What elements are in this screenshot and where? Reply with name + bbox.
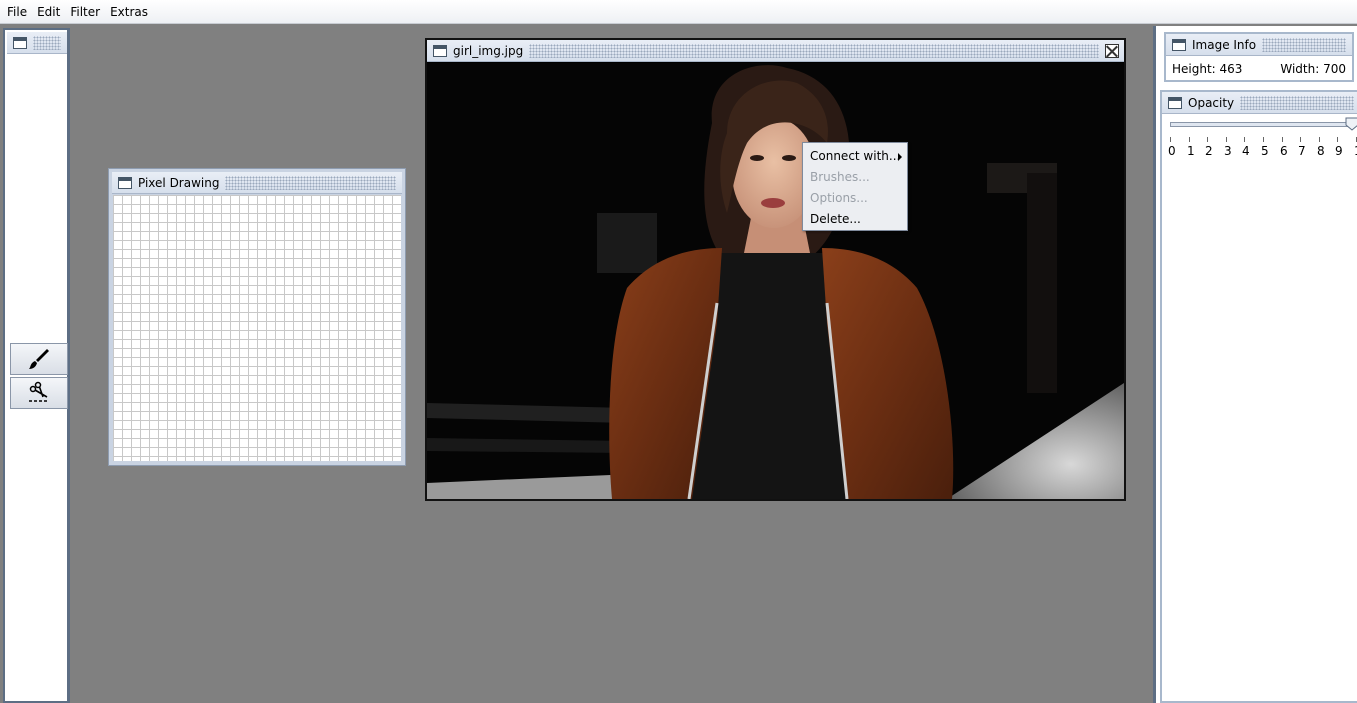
brushes-label: Brushes...: [810, 170, 870, 184]
menu-extras[interactable]: Extras: [105, 0, 153, 24]
menu-edit[interactable]: Edit: [32, 0, 65, 24]
options-label: Options...: [810, 191, 868, 205]
connect-with-label: Connect with...: [810, 149, 901, 163]
opacity-tick: [1282, 137, 1283, 142]
delete-label: Delete...: [810, 212, 861, 226]
opacity-tick: [1207, 137, 1208, 142]
context-menu: Connect with... Brushes... Options... De…: [802, 142, 908, 231]
opacity-tick-label: 6: [1280, 144, 1288, 158]
opacity-slider-track[interactable]: [1170, 122, 1356, 127]
image-window-title-bar[interactable]: girl_img.jpg: [427, 40, 1124, 62]
title-bar-grip: [1262, 37, 1346, 52]
opacity-tick-label: 1: [1187, 144, 1195, 158]
image-dimensions: Height: 463 Width: 700: [1172, 62, 1346, 76]
opacity-slider-tick-labels: 012345678910: [1168, 144, 1357, 158]
opacity-tick-label: 8: [1317, 144, 1325, 158]
cut-tool-button[interactable]: [10, 377, 68, 409]
opacity-title-bar[interactable]: Opacity: [1162, 92, 1357, 114]
tool-palette-title-bar[interactable]: [7, 32, 67, 54]
menu-filter[interactable]: Filter: [65, 0, 105, 24]
options-menu-item[interactable]: Options...: [803, 188, 907, 209]
opacity-tick-label: 3: [1224, 144, 1232, 158]
image-height-text: Height: 463: [1172, 62, 1243, 76]
title-bar-grip: [529, 43, 1099, 58]
pixel-drawing-window: Pixel Drawing: [108, 168, 406, 466]
window-icon: [13, 36, 27, 49]
close-icon[interactable]: [1105, 43, 1119, 58]
opacity-title: Opacity: [1188, 95, 1235, 110]
title-bar-grip: [1240, 95, 1354, 110]
menu-bar: File Edit Filter Extras: [0, 0, 1357, 24]
connect-with-menu-item[interactable]: Connect with...: [803, 146, 907, 167]
opacity-panel: Opacity 012345678910: [1160, 90, 1357, 703]
right-panel-column: Image Info Height: 463 Width: 700 Opacit…: [1153, 26, 1357, 703]
opacity-tick-label: 0: [1168, 144, 1176, 158]
brush-tool-button[interactable]: [10, 343, 68, 375]
image-window: girl_img.jpg: [425, 38, 1126, 501]
brushes-menu-item[interactable]: Brushes...: [803, 167, 907, 188]
opacity-tick: [1300, 137, 1301, 142]
opacity-tick: [1226, 137, 1227, 142]
opacity-tick-label: 5: [1261, 144, 1269, 158]
opacity-tick: [1319, 137, 1320, 142]
menu-file[interactable]: File: [2, 0, 32, 24]
image-window-title: girl_img.jpg: [453, 43, 524, 58]
opacity-tick: [1189, 137, 1190, 142]
delete-menu-item[interactable]: Delete...: [803, 209, 907, 230]
opacity-tick: [1244, 137, 1245, 142]
title-bar-grip: [33, 35, 61, 50]
window-icon: [433, 44, 447, 57]
opacity-tick-label: 2: [1205, 144, 1213, 158]
window-icon: [1172, 38, 1186, 51]
title-bar-grip: [225, 175, 396, 190]
image-info-panel: Image Info Height: 463 Width: 700: [1164, 32, 1354, 82]
photo-canvas[interactable]: [427, 63, 1124, 499]
image-width-text: Width: 700: [1280, 62, 1346, 76]
opacity-tick-label: 9: [1335, 144, 1343, 158]
opacity-slider-ticks: [1170, 137, 1357, 143]
opacity-tick-label: 7: [1298, 144, 1306, 158]
window-icon: [1168, 96, 1182, 109]
opacity-slider-thumb[interactable]: [1345, 117, 1357, 131]
image-info-title-bar[interactable]: Image Info: [1166, 34, 1352, 56]
tool-palette: [3, 28, 70, 703]
window-icon: [118, 176, 132, 189]
pixel-drawing-title: Pixel Drawing: [138, 175, 220, 190]
opacity-tick: [1337, 137, 1338, 142]
submenu-arrow-icon: [898, 153, 902, 161]
opacity-tick: [1170, 137, 1171, 142]
pixel-drawing-title-bar[interactable]: Pixel Drawing: [112, 172, 402, 194]
opacity-tick-label: 4: [1242, 144, 1250, 158]
scissors-cut-icon: [29, 381, 49, 402]
opacity-tick: [1263, 137, 1264, 142]
paint-brush-icon: [29, 349, 49, 369]
portrait-photo: [427, 63, 1124, 499]
image-info-title: Image Info: [1192, 37, 1257, 52]
pixel-grid-canvas[interactable]: [113, 195, 401, 461]
